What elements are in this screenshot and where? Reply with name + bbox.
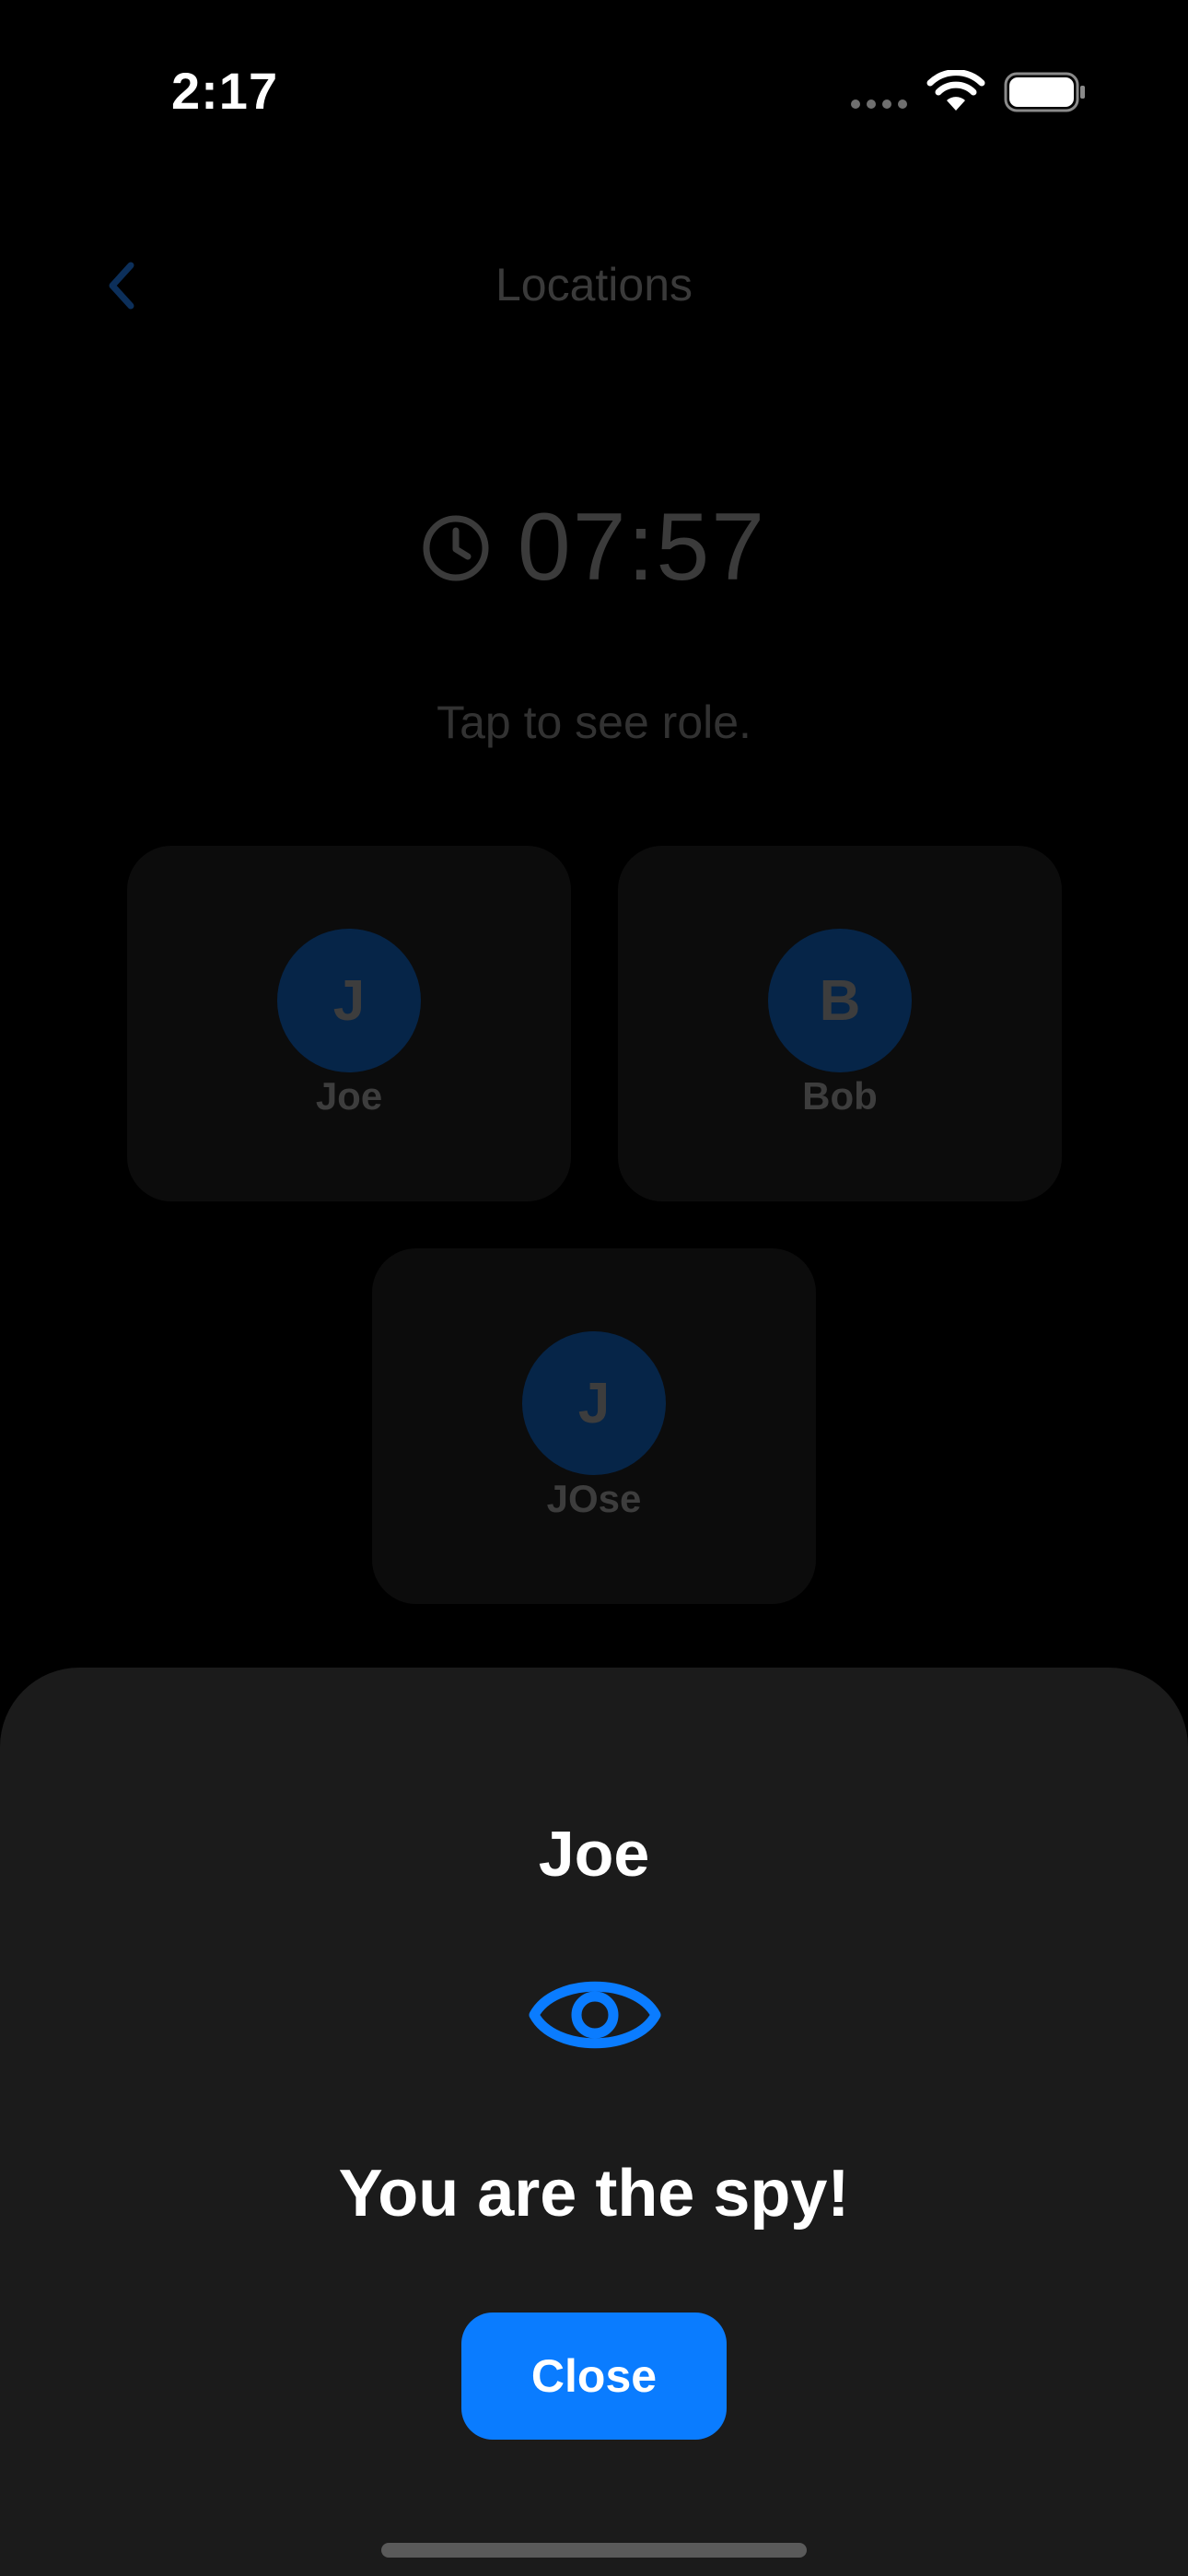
- avatar: B: [768, 929, 912, 1072]
- sheet-player-name: Joe: [538, 1818, 650, 1890]
- clock-icon: [423, 515, 489, 580]
- status-time: 2:17: [171, 62, 279, 120]
- timer-value: 07:57: [517, 494, 767, 601]
- player-name: Bob: [802, 1074, 878, 1118]
- wifi-icon: [926, 70, 985, 111]
- nav-title: Locations: [495, 259, 693, 310]
- home-indicator[interactable]: [381, 2543, 807, 2558]
- screen: 2:17 Locations 07:57 Tap to see role. J …: [0, 0, 1188, 2576]
- player-name: Joe: [315, 1074, 383, 1118]
- avatar: J: [277, 929, 421, 1072]
- timer: 07:57: [0, 493, 1188, 603]
- role-text: You are the spy!: [338, 2157, 850, 2231]
- hint-text: Tap to see role.: [437, 697, 751, 748]
- player-card[interactable]: J Joe: [127, 846, 571, 1201]
- role-sheet: [0, 1668, 1188, 2576]
- cellular-signal-icon: [851, 100, 907, 109]
- close-button[interactable]: Close: [461, 2313, 727, 2440]
- battery-icon: [1004, 72, 1085, 112]
- eye-icon: [529, 1981, 661, 2049]
- avatar: J: [522, 1331, 666, 1475]
- player-name: JOse: [546, 1477, 642, 1520]
- player-card[interactable]: J JOse: [372, 1248, 816, 1604]
- player-card[interactable]: B Bob: [618, 846, 1062, 1201]
